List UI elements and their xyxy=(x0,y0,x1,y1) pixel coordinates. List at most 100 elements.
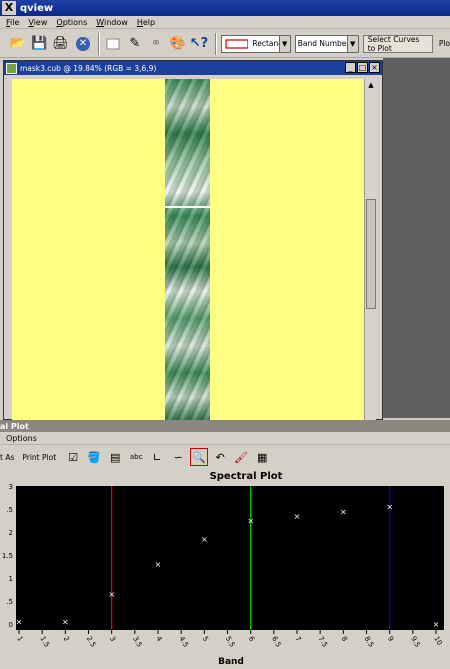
plot-menubar: Options xyxy=(0,432,450,445)
x-tick-label: 10 xyxy=(432,635,443,647)
x-tick-label: 5.5 xyxy=(224,635,236,649)
y-tick-label: 3 xyxy=(9,483,13,491)
palette-icon[interactable]: 🎨 xyxy=(168,34,187,54)
save-as-button[interactable]: t As xyxy=(0,453,14,462)
toolbar-separator xyxy=(97,32,100,55)
maximize-button[interactable]: □ xyxy=(357,62,368,73)
chevron-down-icon: ▼ xyxy=(346,35,358,52)
x-tick-label: 6 xyxy=(247,635,256,643)
selection-line xyxy=(165,206,210,208)
save-icon[interactable]: 💾 xyxy=(29,34,48,54)
menu-view[interactable]: View xyxy=(28,18,47,27)
x-tick-label: 3.5 xyxy=(131,635,143,649)
data-point-4: × xyxy=(155,560,162,569)
menu-help[interactable]: Help xyxy=(137,18,155,27)
chevron-down-icon: ▼ xyxy=(278,35,290,52)
help-pointer-icon[interactable]: ↖? xyxy=(189,34,208,54)
shape-select[interactable]: Rectangle ▼ xyxy=(220,34,291,53)
pencil-icon[interactable]: ✎ xyxy=(125,34,144,54)
x-tick-label: 2.5 xyxy=(85,635,97,649)
cube-window-title: mask3.cub @ 19.84% (RGB = 3,6,9) xyxy=(20,63,157,73)
x-tick-label: 1 xyxy=(15,635,24,643)
open-folder-icon[interactable]: 📂 xyxy=(8,34,27,54)
toolbar-separator xyxy=(214,32,217,55)
x-tick-label: 4 xyxy=(154,635,163,643)
app-titlebar: X qview xyxy=(0,0,450,16)
fill-icon[interactable]: 🪣 xyxy=(85,448,103,466)
image-viewport[interactable] xyxy=(12,79,364,421)
blank-tool-icon[interactable] xyxy=(104,34,123,54)
menu-file[interactable]: File xyxy=(6,18,19,27)
scroll-thumb[interactable] xyxy=(366,199,376,309)
vertical-scrollbar[interactable]: ▲ xyxy=(364,79,376,421)
chart-title: Spectral Plot xyxy=(210,471,283,482)
cube-viewport-window: mask3.cub @ 19.84% (RGB = 3,6,9) _ □ × ▲ xyxy=(3,60,383,421)
brush-icon[interactable]: 🖌 xyxy=(232,448,250,466)
x-tick-label: 6.5 xyxy=(270,635,282,649)
curve-icon[interactable]: ∽ xyxy=(169,448,187,466)
plot-window-titlebar: al Plot xyxy=(0,420,450,432)
mode-select-value: Band Number xyxy=(297,39,350,48)
edit-plot-icon[interactable]: ☑ xyxy=(64,448,82,466)
data-point-10: × xyxy=(433,620,440,629)
data-point-8: × xyxy=(340,507,347,516)
x-tick-label: 5 xyxy=(201,635,210,643)
undo-icon[interactable]: ↶ xyxy=(211,448,229,466)
data-point-5: × xyxy=(201,535,208,544)
x-tick-label: 4.5 xyxy=(177,635,189,649)
workspace-background xyxy=(383,58,450,418)
data-point-2: × xyxy=(62,618,69,627)
close-window-button[interactable]: × xyxy=(369,62,380,73)
main-menubar: File View Options Window Help xyxy=(0,16,450,29)
cube-window-titlebar: mask3.cub @ 19.84% (RGB = 3,6,9) _ □ × xyxy=(4,61,382,75)
main-toolbar: 📂 💾 🖨 ✕ ✎ ⚭ 🎨 ↖? Rectangle ▼ Band Number… xyxy=(0,30,450,58)
plot-toolbar: t As Print Plot ☑ 🪣 ▤ abc ∟ ∽ 🔍 ↶ 🖌 ▦ xyxy=(0,446,450,468)
spectral-plot-window: al Plot Options t As Print Plot ☑ 🪣 ▤ ab… xyxy=(0,420,450,669)
data-point-6: × xyxy=(247,517,254,526)
plot-menu-options[interactable]: Options xyxy=(6,434,37,443)
data-point-9: × xyxy=(386,503,393,512)
x-tick-label: 7 xyxy=(293,635,302,643)
x-tick-label: 9 xyxy=(386,635,395,643)
grid-icon[interactable]: ▦ xyxy=(253,448,271,466)
axis-icon[interactable]: ∟ xyxy=(148,448,166,466)
x-tick-label: 3 xyxy=(108,635,117,643)
cube-window-icon xyxy=(6,62,17,74)
y-tick-label: 1 xyxy=(9,575,13,583)
y-tick-label: 2 xyxy=(9,529,13,537)
x-tick-label: 9.5 xyxy=(409,635,421,649)
mode-select[interactable]: Band Number ▼ xyxy=(294,34,359,53)
cube-image[interactable] xyxy=(165,79,210,421)
close-icon[interactable]: ✕ xyxy=(76,36,90,51)
app-title: qview xyxy=(20,2,54,14)
abc-legend-icon[interactable]: abc xyxy=(127,448,145,466)
data-point-7: × xyxy=(294,512,301,521)
x-logo-icon: X xyxy=(2,1,16,15)
print-icon[interactable]: 🖨 xyxy=(51,34,70,54)
y-tick-label: 1.5 xyxy=(2,552,13,560)
plot-button-partial[interactable]: Plo xyxy=(439,39,450,48)
data-point-1: × xyxy=(16,618,23,627)
menu-options[interactable]: Options xyxy=(56,18,87,27)
select-curves-button[interactable]: Select Curves to Plot xyxy=(362,34,433,53)
y-tick-label: 0 xyxy=(9,621,13,629)
table-icon[interactable]: ▤ xyxy=(106,448,124,466)
minimize-button[interactable]: _ xyxy=(345,62,356,73)
x-tick-label: 1.5 xyxy=(38,635,50,649)
plot-window-title: al Plot xyxy=(0,421,29,431)
menu-window[interactable]: Window xyxy=(96,18,128,27)
spectral-plot-chart: Spectral Plot × ××××××××× 1 1.5 2 2.5 3 3.5 4 4.… xyxy=(2,471,444,667)
zoom-icon[interactable]: 🔍 xyxy=(190,448,209,466)
x-axis-label: Band xyxy=(218,657,244,667)
link-icon[interactable]: ⚭ xyxy=(147,34,166,54)
print-plot-button[interactable]: Print Plot xyxy=(22,453,56,462)
plot-area[interactable] xyxy=(16,486,444,630)
y-tick-label: .5 xyxy=(6,506,13,514)
x-tick-label: 8.5 xyxy=(363,635,375,649)
y-tick-label: .5 xyxy=(6,598,13,606)
x-tick-label: 8 xyxy=(340,635,349,643)
data-point-3: × xyxy=(108,590,115,599)
scroll-up-icon[interactable]: ▲ xyxy=(366,81,376,91)
x-tick-label: 2 xyxy=(62,635,71,643)
x-tick-label: 7.5 xyxy=(316,635,328,649)
